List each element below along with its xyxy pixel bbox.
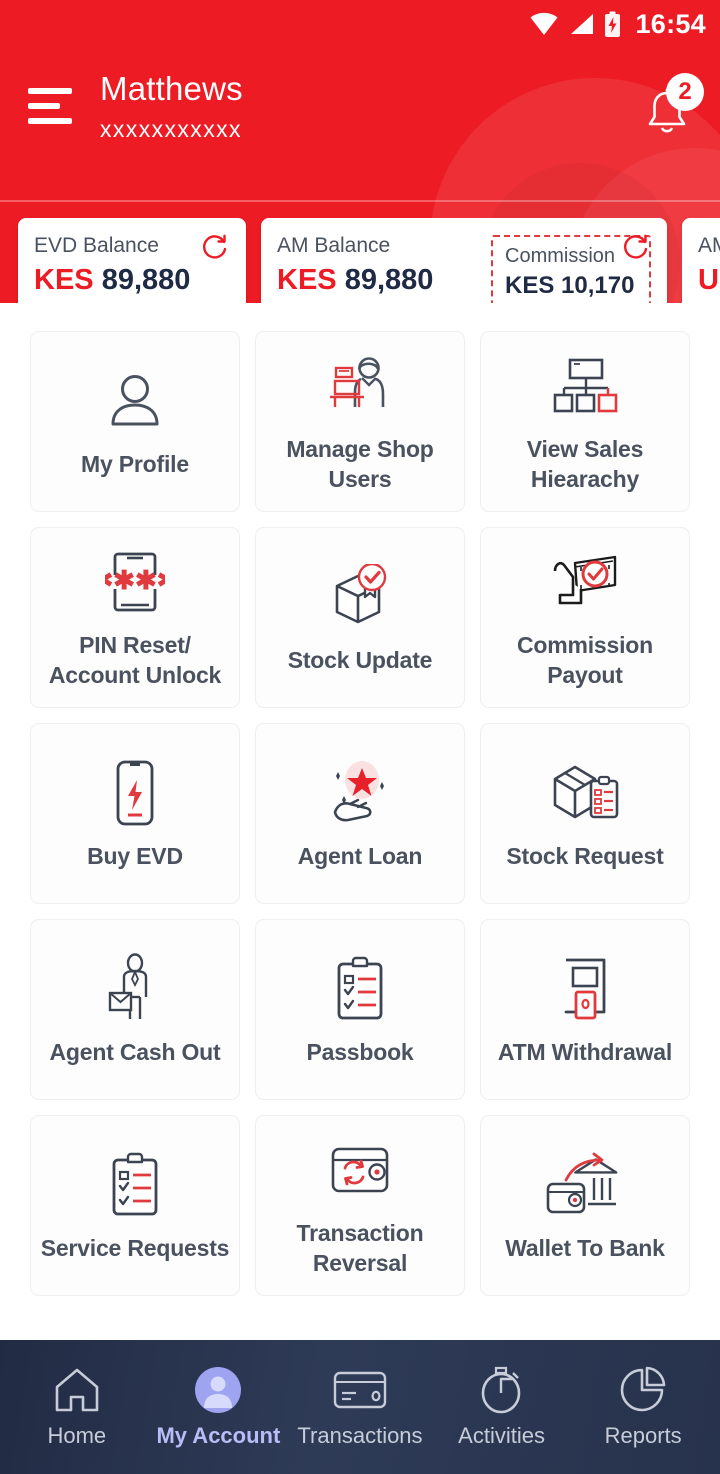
tile-transaction-reversal[interactable]: Transaction Reversal — [255, 1115, 465, 1296]
credit-card-icon — [333, 1366, 387, 1414]
nav-item-transactions[interactable]: Transactions — [289, 1366, 431, 1449]
agent-name: Matthews — [100, 70, 243, 107]
tile-label: PIN Reset/ Account Unlock — [48, 632, 222, 688]
balance-currency: KES — [277, 264, 337, 297]
tile-agent-loan[interactable]: Agent Loan — [255, 723, 465, 904]
status-bar: 16:54 — [0, 0, 720, 48]
agent-briefcase-icon — [107, 952, 163, 1026]
commission-label: Commission — [505, 245, 616, 267]
balance-amount: KES 89,880 — [277, 263, 475, 298]
balance-card-am-usd[interactable]: AM US 7 - — [682, 218, 720, 303]
tile-label: Stock Request — [506, 842, 664, 869]
account-avatar-icon — [194, 1366, 242, 1414]
wallet-to-bank-icon — [544, 1148, 626, 1222]
wallet-reverse-icon — [325, 1133, 395, 1207]
hamburger-bar — [28, 118, 72, 124]
commission-value: KES 10,170 — [505, 272, 635, 299]
tile-label: Wallet To Bank — [505, 1234, 665, 1261]
wifi-icon — [529, 12, 559, 36]
agent-msisdn: xxxxxxxxxxx — [100, 115, 242, 142]
pie-chart-icon — [619, 1366, 667, 1414]
nav-label: Reports — [604, 1422, 682, 1448]
tile-atm-withdrawal[interactable]: ATM Withdrawal — [480, 919, 690, 1100]
balance-amount: KES 89,880 — [34, 263, 230, 298]
status-bar-clock: 16:54 — [635, 8, 706, 39]
tile-buy-evd[interactable]: Buy EVD — [30, 723, 240, 904]
tile-commission-payout[interactable]: Commission Payout — [480, 527, 690, 708]
hand-star-icon — [322, 756, 398, 830]
tile-label: Stock Update — [287, 646, 433, 673]
clipboard-list-icon — [331, 952, 389, 1026]
balance-card-carousel[interactable]: EVD Balance KES 89,880 7 - Jul | 04:50 P… — [0, 218, 720, 303]
hand-cash-check-icon — [547, 545, 623, 619]
tile-label: Passbook — [306, 1038, 414, 1065]
balance-card-am[interactable]: AM Balance KES 89,880 7 - Jul | 04:50 PM… — [261, 218, 667, 303]
balance-label: AM — [698, 234, 720, 257]
user-profile-icon — [102, 364, 168, 438]
clipboard-list-icon — [106, 1148, 164, 1222]
hamburger-bar — [28, 88, 72, 94]
nav-label: Transactions — [297, 1422, 423, 1448]
pin-phone-icon: ✱✱✱✱ — [105, 545, 165, 619]
org-hierarchy-icon — [551, 349, 619, 423]
balance-value: 89,880 — [344, 264, 434, 297]
tile-manage-shop-users[interactable]: Manage Shop Users — [255, 331, 465, 512]
hamburger-menu-icon[interactable] — [28, 88, 72, 124]
nav-item-reports[interactable]: Reports — [572, 1366, 714, 1449]
balance-card-evd[interactable]: EVD Balance KES 89,880 7 - Jul | 04:50 P… — [18, 218, 246, 303]
agent-identity: Matthews xxxxxxxxxxx — [100, 70, 642, 143]
notifications-button[interactable]: 2 — [642, 73, 704, 143]
svg-text:✱✱✱✱: ✱✱✱✱ — [105, 565, 165, 595]
tile-label: ATM Withdrawal — [497, 1038, 673, 1065]
tile-label: Buy EVD — [87, 842, 183, 869]
balance-label: AM Balance — [277, 234, 391, 257]
app-header: Matthews xxxxxxxxxxx 2 EVD Balance KES 8… — [0, 48, 720, 303]
balance-currency: US — [698, 264, 720, 297]
hamburger-bar — [28, 103, 60, 109]
tile-label: My Profile — [81, 450, 189, 477]
tile-label: Commission Payout — [516, 632, 654, 688]
tile-agent-cash-out[interactable]: Agent Cash Out — [30, 919, 240, 1100]
battery-charging-icon — [604, 11, 621, 38]
nav-label: Activities — [458, 1422, 545, 1448]
box-check-icon — [325, 560, 395, 634]
home-icon — [53, 1366, 101, 1414]
tile-label: Agent Loan — [297, 842, 423, 869]
tile-my-profile[interactable]: My Profile — [30, 331, 240, 512]
atm-machine-icon — [554, 952, 616, 1026]
tile-service-requests[interactable]: Service Requests — [30, 1115, 240, 1296]
shop-cashier-icon — [326, 349, 394, 423]
tile-view-sales-hierarchy[interactable]: View Sales Hiearachy — [480, 331, 690, 512]
tile-label: View Sales Hiearachy — [526, 436, 644, 492]
cellular-signal-icon — [568, 12, 595, 36]
box-clipboard-icon — [547, 756, 623, 830]
tile-stock-request[interactable]: Stock Request — [480, 723, 690, 904]
tile-passbook[interactable]: Passbook — [255, 919, 465, 1100]
tile-label: Agent Cash Out — [49, 1038, 221, 1065]
balance-value: 89,880 — [101, 264, 191, 297]
notification-count-badge: 2 — [666, 73, 704, 111]
refresh-icon[interactable] — [200, 232, 230, 267]
tile-pin-reset-account-unlock[interactable]: ✱✱✱✱ PIN Reset/ Account Unlock — [30, 527, 240, 708]
tile-label: Transaction Reversal — [296, 1220, 424, 1276]
tile-wallet-to-bank[interactable]: Wallet To Bank — [480, 1115, 690, 1296]
tile-label: Manage Shop Users — [286, 436, 434, 492]
header-divider — [0, 200, 720, 202]
stopwatch-icon — [479, 1366, 525, 1414]
tile-stock-update[interactable]: Stock Update — [255, 527, 465, 708]
balance-amount: US — [698, 263, 720, 298]
nav-label: Home — [47, 1422, 107, 1448]
nav-item-my-account[interactable]: My Account — [148, 1366, 290, 1449]
bell-icon — [642, 89, 692, 142]
nav-label: My Account — [156, 1422, 281, 1448]
balance-currency: KES — [34, 264, 94, 297]
refresh-icon[interactable] — [621, 232, 651, 267]
nav-item-home[interactable]: Home — [6, 1366, 148, 1449]
phone-bolt-icon — [111, 756, 159, 830]
menu-grid: My Profile Manage Shop Users View Sales … — [30, 331, 690, 1296]
nav-item-activities[interactable]: Activities — [431, 1366, 573, 1449]
bottom-navigation-bar: Home My Account Transactions Activities … — [0, 1340, 720, 1474]
menu-grid-container: My Profile Manage Shop Users View Sales … — [0, 303, 720, 1340]
tile-label: Service Requests — [40, 1234, 230, 1261]
